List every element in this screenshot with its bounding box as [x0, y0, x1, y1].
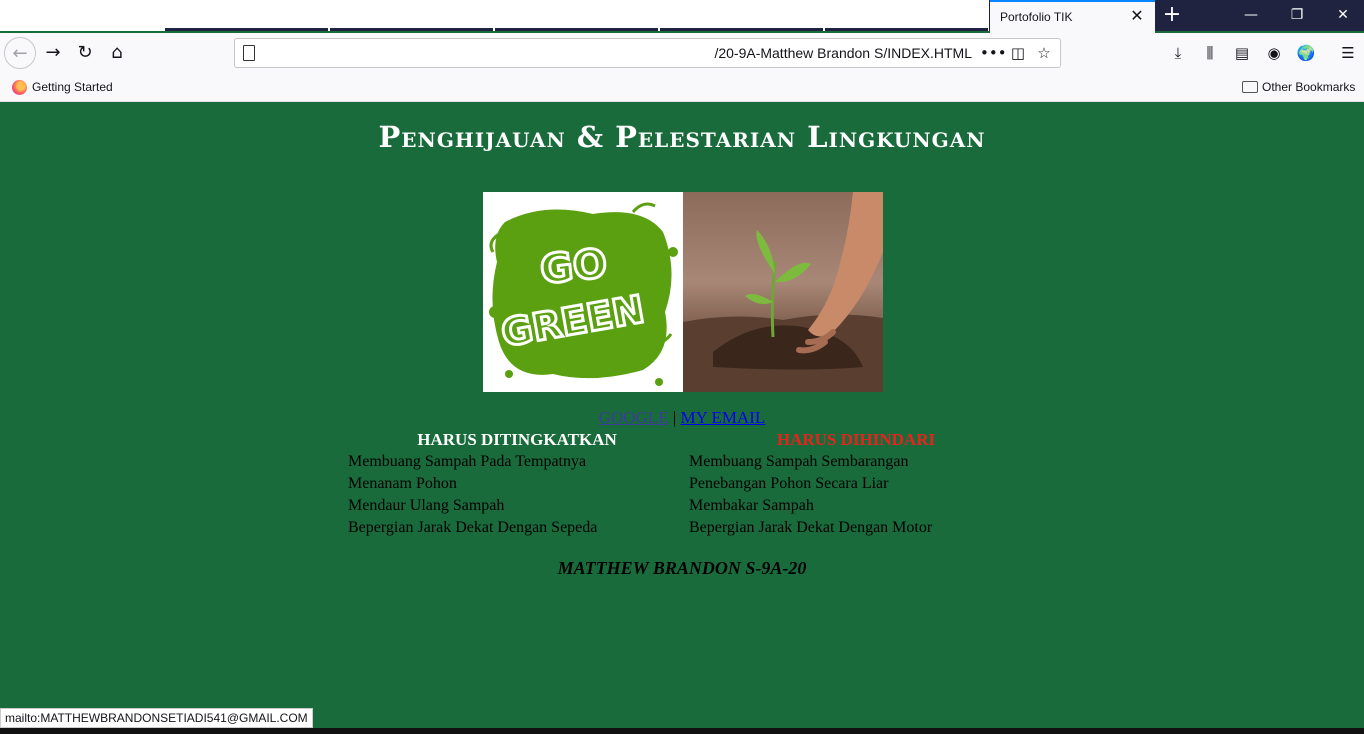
minimize-icon[interactable]: — [1228, 0, 1274, 31]
forward-arrow-icon[interactable]: → [37, 37, 69, 69]
more-actions-icon[interactable]: ••• [980, 43, 1007, 63]
author-footer: MATTHEW BRANDON S-9A-20 [557, 558, 807, 578]
window-close-icon[interactable]: ✕ [1320, 0, 1364, 31]
url-text[interactable]: /20-9A-Matthew Brandon S/INDEX.HTML [714, 45, 972, 61]
list-item: Menanam Pohon [348, 475, 457, 492]
increase-column-heading: HARUS DITINGKATKAN [417, 430, 617, 449]
tab-divider [660, 28, 823, 31]
bookmark-other[interactable]: Other Bookmarks [1262, 80, 1355, 94]
page-title: Penghijauan & Pelestarian Lingkungan [378, 120, 986, 154]
list-item: Bepergian Jarak Dekat Dengan Sepeda [348, 519, 598, 536]
email-link[interactable]: MY EMAIL [680, 408, 765, 427]
url-bar[interactable]: /20-9A-Matthew Brandon S/INDEX.HTML ••• … [234, 38, 1061, 68]
page-content: Penghijauan & Pelestarian Lingkungan GO … [0, 102, 1364, 728]
back-arrow-icon[interactable]: ← [4, 37, 36, 69]
bookmark-star-icon[interactable]: ☆ [1034, 43, 1054, 63]
google-link[interactable]: GOOGLE [599, 408, 669, 427]
plant-in-hand-image [683, 192, 883, 392]
page-icon [243, 45, 255, 61]
account-icon[interactable]: ◉ [1264, 43, 1284, 63]
tab-strip-blank [0, 0, 989, 31]
list-item: Membakar Sampah [689, 497, 814, 514]
list-item: Membuang Sampah Sembarangan [689, 453, 909, 470]
firefox-icon [12, 80, 27, 95]
extension-icon[interactable]: 🌍 [1296, 43, 1316, 63]
close-icon[interactable]: ✕ [1127, 6, 1147, 26]
list-item: Penebangan Pohon Secara Liar [689, 475, 889, 492]
link-row: GOOGLE | MY EMAIL [0, 408, 1364, 428]
link-separator: | [672, 408, 677, 427]
tab-title: Portofolio TIK [1000, 10, 1073, 24]
go-green-image: GO GREEN [483, 192, 683, 392]
library-icon[interactable]: ⫼ [1200, 43, 1220, 63]
tab-divider [165, 28, 328, 31]
downloads-icon[interactable]: ⤓ [1168, 43, 1188, 63]
go-text: GO [538, 241, 609, 294]
menu-icon[interactable]: ☰ [1338, 43, 1358, 63]
status-bar: mailto:MATTHEWBRANDONSETIADI541@GMAIL.CO… [0, 708, 313, 728]
taskbar-strip [0, 728, 1364, 734]
list-item: Mendaur Ulang Sampah [348, 497, 505, 514]
bookmarks-toolbar [0, 73, 1364, 102]
restore-icon[interactable]: ❐ [1274, 0, 1320, 31]
plant-graphic [683, 192, 883, 392]
list-item: Membuang Sampah Pada Tempatnya [348, 453, 587, 470]
tab-divider [825, 28, 988, 31]
folder-icon [1242, 81, 1258, 93]
sidebar-icon[interactable]: ▤ [1232, 43, 1252, 63]
avoid-column-heading: HARUS DIHINDARI [776, 430, 936, 449]
navigation-toolbar: ← → ↻ ⌂ /20-9A-Matthew Brandon S/INDEX.H… [0, 33, 1364, 73]
bookmark-getting-started[interactable]: Getting Started [32, 80, 113, 94]
reload-icon[interactable]: ↻ [69, 37, 101, 69]
list-item: Bepergian Jarak Dekat Dengan Motor [689, 519, 933, 536]
pocket-icon[interactable]: ◫ [1008, 43, 1028, 63]
new-tab-button[interactable]: + [1158, 3, 1186, 29]
go-green-graphic: GO GREEN [489, 202, 678, 386]
tab-divider [495, 28, 658, 31]
home-icon[interactable]: ⌂ [101, 37, 133, 69]
tab-active[interactable]: Portofolio TIK ✕ [990, 0, 1155, 33]
tab-divider [330, 28, 493, 31]
